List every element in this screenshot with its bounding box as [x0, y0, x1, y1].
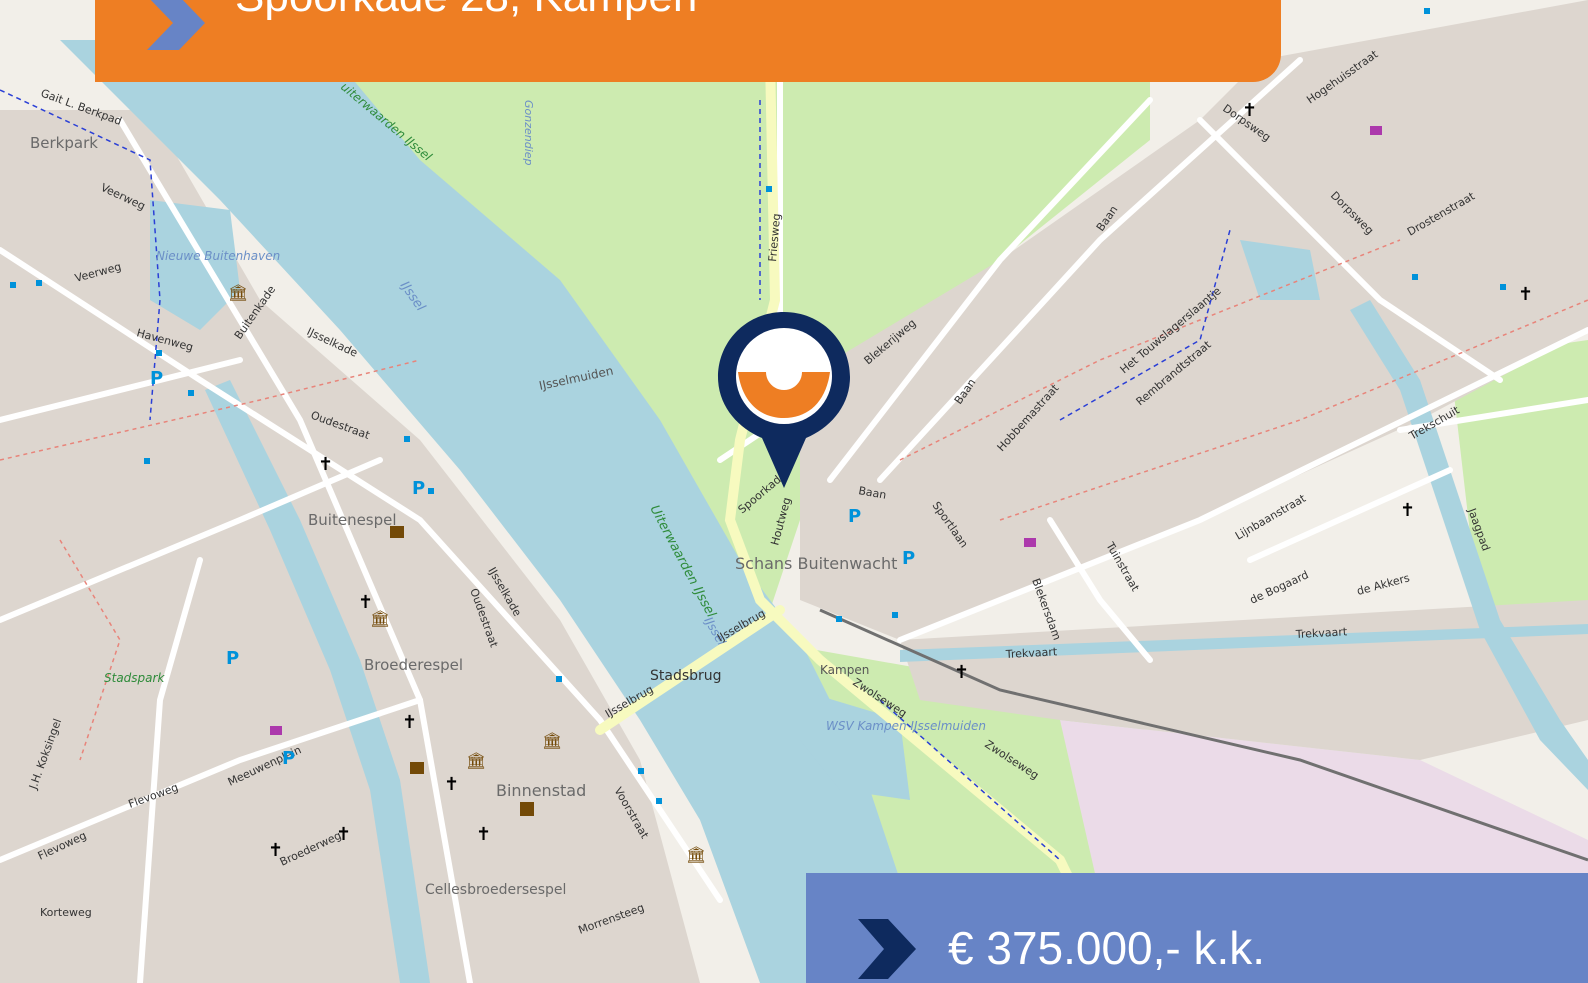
price-label: € 375.000,- k.k.: [948, 922, 1266, 974]
street-label: Trekvaart: [1004, 645, 1058, 661]
museum-icon: 🏛: [228, 283, 248, 302]
bus-stop-icon: [1500, 284, 1506, 290]
church-icon: ✝: [954, 662, 969, 683]
address-title: Spoorkade 28, Kampen: [235, 0, 697, 22]
cinema-icon: [520, 802, 534, 816]
water-label: Gonzendiep: [522, 100, 535, 166]
museum-icon: 🏛: [466, 751, 486, 770]
church-icon: ✝: [336, 824, 351, 845]
district-label: Berkpark: [30, 134, 98, 152]
church-icon: ✝: [476, 824, 491, 845]
chevron-right-icon: [858, 919, 916, 979]
church-icon: ✝: [444, 774, 459, 795]
bus-stop-icon: [556, 676, 562, 682]
parking-icon: P: [412, 478, 425, 499]
chevron-right-icon: [147, 0, 205, 50]
shopping-cart-icon: [270, 726, 282, 735]
district-label: Cellesbroedersespel: [425, 882, 566, 898]
place-label: Kampen: [820, 663, 869, 677]
water-label: WSV Kampen IJsselmuiden: [826, 719, 986, 733]
church-icon: ✝: [318, 454, 333, 475]
address-banner: Spoorkade 28, Kampen: [95, 0, 1281, 82]
bus-stop-icon: [188, 390, 194, 396]
shopping-cart-icon: [1024, 538, 1036, 547]
church-icon: ✝: [268, 840, 283, 861]
library-icon: [390, 526, 404, 538]
church-icon: ✝: [1400, 500, 1415, 521]
price-box: € 375.000,- k.k.: [806, 873, 1588, 983]
museum-icon: 🏛: [542, 731, 562, 750]
place-label: Stadsbrug: [650, 668, 722, 684]
museum-icon: 🏛: [686, 845, 706, 864]
parking-icon: P: [848, 506, 861, 527]
church-icon: ✝: [1242, 100, 1257, 121]
bus-stop-icon: [156, 350, 162, 356]
bus-stop-icon: [428, 488, 434, 494]
bus-stop-icon: [36, 280, 42, 286]
parking-icon: P: [282, 748, 295, 769]
district-label: Buitenespel: [308, 511, 397, 529]
bus-stop-icon: [1412, 274, 1418, 280]
parking-icon: P: [226, 648, 239, 669]
bus-stop-icon: [892, 612, 898, 618]
shopping-cart-icon: [1370, 126, 1382, 135]
district-label: Schans Buitenwacht: [735, 554, 897, 573]
bus-stop-icon: [144, 458, 150, 464]
water-label: Nieuwe Buitenhaven: [156, 249, 280, 263]
bus-stop-icon: [638, 768, 644, 774]
bus-stop-icon: [1424, 8, 1430, 14]
bus-stop-icon: [404, 436, 410, 442]
green-label: Stadspark: [104, 671, 165, 685]
street-label: Trekvaart: [1294, 625, 1348, 641]
bus-stop-icon: [766, 186, 772, 192]
parking-icon: P: [902, 548, 915, 569]
district-label: Broederespel: [364, 656, 463, 674]
district-label: Binnenstad: [496, 781, 586, 800]
bus-stop-icon: [656, 798, 662, 804]
bus-stop-icon: [836, 616, 842, 622]
church-icon: ✝: [402, 712, 417, 733]
museum-icon: 🏛: [370, 609, 390, 628]
theatre-icon: [410, 762, 424, 774]
location-pin-icon[interactable]: [716, 310, 852, 494]
parking-icon: P: [150, 368, 163, 389]
church-icon: ✝: [1518, 284, 1533, 305]
bus-stop-icon: [10, 282, 16, 288]
street-label: Korteweg: [40, 906, 92, 919]
